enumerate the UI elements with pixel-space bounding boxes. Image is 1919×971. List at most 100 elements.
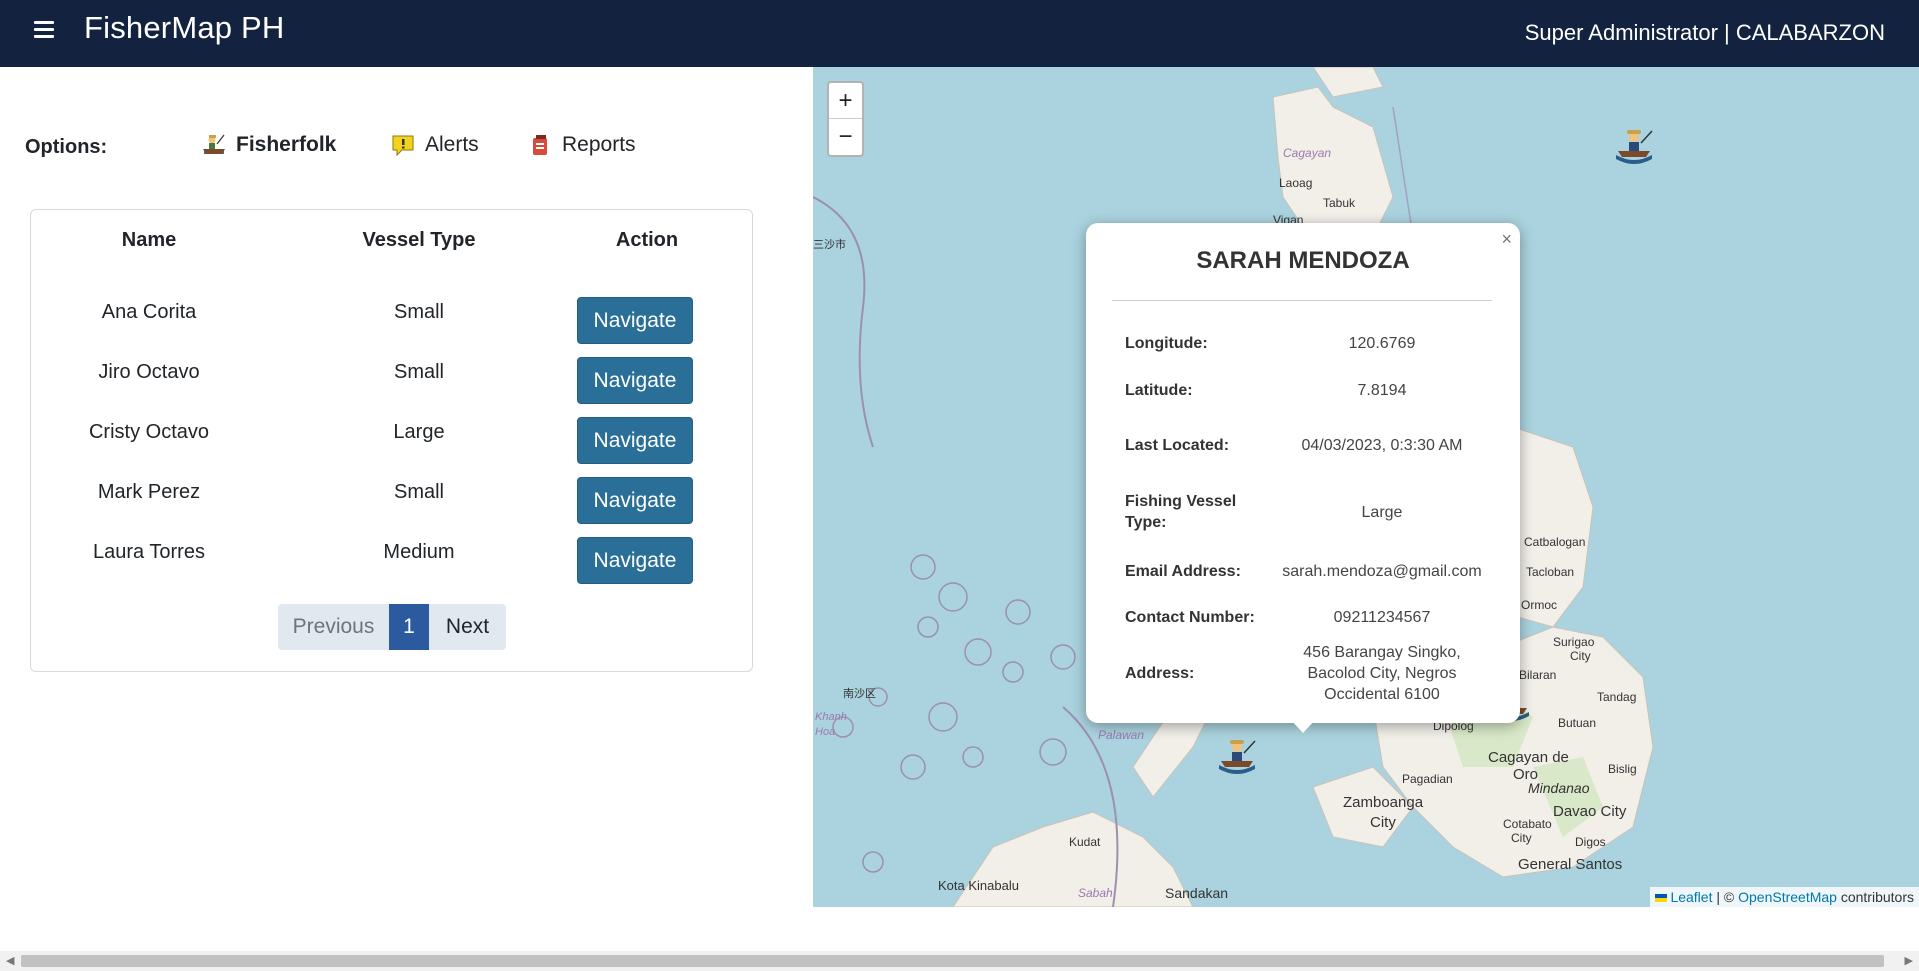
svg-text:Davao City: Davao City <box>1553 803 1627 820</box>
svg-text:Tabuk: Tabuk <box>1323 196 1356 210</box>
address-label: Address: <box>1125 665 1195 682</box>
svg-text:Tacloban: Tacloban <box>1526 565 1574 579</box>
options-label: Options: <box>25 136 108 158</box>
last-located-label: Last Located: <box>1125 437 1230 454</box>
svg-text:Bislig: Bislig <box>1608 762 1637 776</box>
svg-text:Hoa: Hoa <box>815 726 835 738</box>
option-alerts[interactable]: Alerts <box>390 130 479 160</box>
pagination: Previous 1 Next <box>278 604 506 650</box>
svg-text:Pagadian: Pagadian <box>1402 772 1453 786</box>
attribution-suffix: contributors <box>1836 889 1914 905</box>
svg-text:Bilaran: Bilaran <box>1519 668 1556 682</box>
navigate-button[interactable]: Navigate <box>577 417 693 464</box>
latitude-value: 7.8194 <box>1357 382 1407 399</box>
latitude-label: Latitude: <box>1125 382 1193 399</box>
vessel-type-value: Large <box>1361 504 1403 521</box>
svg-text:三沙市: 三沙市 <box>813 237 846 251</box>
svg-text:Laoag: Laoag <box>1279 176 1312 190</box>
column-header-vessel-type: Vessel Type <box>362 229 476 251</box>
cell-name: Jiro Octavo <box>98 361 200 383</box>
cell-vessel-type: Medium <box>383 541 455 563</box>
svg-text:Kota Kinabalu: Kota Kinabalu <box>938 878 1019 893</box>
email-value: sarah.mendoza@gmail.com <box>1282 563 1482 580</box>
svg-text:Ormoc: Ormoc <box>1521 598 1557 612</box>
popup-tip <box>1290 719 1316 733</box>
svg-text:Cotabato: Cotabato <box>1503 817 1552 831</box>
svg-text:City: City <box>1370 814 1396 831</box>
attribution-separator: | © <box>1712 889 1739 905</box>
scroll-right-icon[interactable]: ▶ <box>1905 954 1913 967</box>
fisherfolk-table: Name Vessel Type Action Ana Corita Small… <box>30 209 753 672</box>
cell-vessel-type: Small <box>393 361 444 383</box>
option-label: Fisherfolk <box>236 133 337 156</box>
fisherfolk-marker[interactable] <box>1612 125 1656 169</box>
navigate-button[interactable]: Navigate <box>577 477 693 524</box>
svg-text:City: City <box>1570 649 1591 663</box>
cell-name: Mark Perez <box>97 481 201 503</box>
cell-vessel-type: Small <box>393 481 444 503</box>
horizontal-scrollbar[interactable]: ◀ ▶ <box>0 951 1919 971</box>
longitude-value: 120.6769 <box>1348 335 1416 352</box>
svg-text:Khanh: Khanh <box>815 711 847 723</box>
svg-text:Zamboanga: Zamboanga <box>1343 794 1424 811</box>
zoom-in-button[interactable]: + <box>829 83 862 119</box>
vessel-type-label: Fishing Vessel Type: <box>1125 493 1237 531</box>
zoom-out-button[interactable]: − <box>829 119 862 155</box>
scroll-left-icon[interactable]: ◀ <box>6 954 14 967</box>
contact-number-label: Contact Number: <box>1125 609 1255 626</box>
navigate-button[interactable]: Navigate <box>577 537 693 584</box>
svg-text:Tandag: Tandag <box>1597 690 1636 704</box>
svg-text:Mindanao: Mindanao <box>1528 780 1590 796</box>
cell-name: Cristy Octavo <box>88 421 210 443</box>
option-reports[interactable]: Reports <box>527 130 636 160</box>
cell-vessel-type: Large <box>393 421 445 443</box>
cell-name: Ana Corita <box>101 301 197 323</box>
svg-text:City: City <box>1511 831 1532 845</box>
next-page-button[interactable]: Next <box>429 604 506 650</box>
svg-text:Kudat: Kudat <box>1069 835 1101 849</box>
left-panel: Options: Fisherfolk Alerts Reports Name … <box>0 67 813 907</box>
option-fisherfolk[interactable]: Fisherfolk <box>201 130 336 160</box>
svg-text:Sabah: Sabah <box>1078 886 1113 900</box>
email-label: Email Address: <box>1125 563 1241 580</box>
popup-title: SARAH MENDOZA <box>1196 247 1410 274</box>
menu-icon[interactable] <box>34 21 54 41</box>
contact-number-value: 09211234567 <box>1333 609 1431 626</box>
scrollbar-thumb[interactable] <box>21 955 1884 967</box>
svg-text:Cagayan de: Cagayan de <box>1488 749 1569 766</box>
previous-page-button[interactable]: Previous <box>278 604 389 650</box>
alert-icon <box>390 132 416 158</box>
svg-text:General Santos: General Santos <box>1518 856 1622 873</box>
column-header-action: Action <box>615 229 679 251</box>
zoom-control: + − <box>827 81 864 157</box>
svg-text:Palawan: Palawan <box>1098 728 1144 742</box>
svg-text:Cagayan: Cagayan <box>1283 146 1331 160</box>
navigate-button[interactable]: Navigate <box>577 297 693 344</box>
map-view[interactable]: Cagayan Laoag Tabuk Vigan 三沙市 南沙区 Khanh … <box>813 67 1919 907</box>
svg-text:南沙区: 南沙区 <box>843 687 876 700</box>
cell-vessel-type: Small <box>393 301 444 323</box>
svg-text:Digos: Digos <box>1575 835 1606 849</box>
divider <box>1112 300 1492 301</box>
svg-text:Butuan: Butuan <box>1558 716 1596 730</box>
svg-text:Surigao: Surigao <box>1553 635 1595 649</box>
ukraine-flag-icon <box>1654 894 1667 903</box>
user-info: Super Administrator | CALABARZON <box>1524 20 1885 45</box>
svg-text:Catbalogan: Catbalogan <box>1524 535 1585 549</box>
report-icon <box>527 132 553 158</box>
map-attribution: Leaflet | © OpenStreetMap contributors <box>1649 887 1919 907</box>
fisherfolk-popup: × SARAH MENDOZA Longitude: 120.6769 Lati… <box>1086 223 1520 723</box>
fisherman-icon <box>201 132 227 158</box>
osm-link[interactable]: OpenStreetMap <box>1738 889 1837 905</box>
leaflet-link[interactable]: Leaflet <box>1670 889 1712 905</box>
page-1-button[interactable]: 1 <box>389 604 429 650</box>
svg-text:Sandakan: Sandakan <box>1165 885 1228 901</box>
longitude-label: Longitude: <box>1125 335 1208 352</box>
top-navbar: FisherMap PH Super Administrator | CALAB… <box>0 0 1919 67</box>
option-label: Reports <box>562 133 636 156</box>
navigate-button[interactable]: Navigate <box>577 357 693 404</box>
app-title: FisherMap PH <box>84 10 285 45</box>
fisherfolk-marker-selected[interactable] <box>1215 735 1259 779</box>
cell-name: Laura Torres <box>93 541 205 563</box>
last-located-value: 04/03/2023, 0:3:30 AM <box>1301 437 1463 454</box>
